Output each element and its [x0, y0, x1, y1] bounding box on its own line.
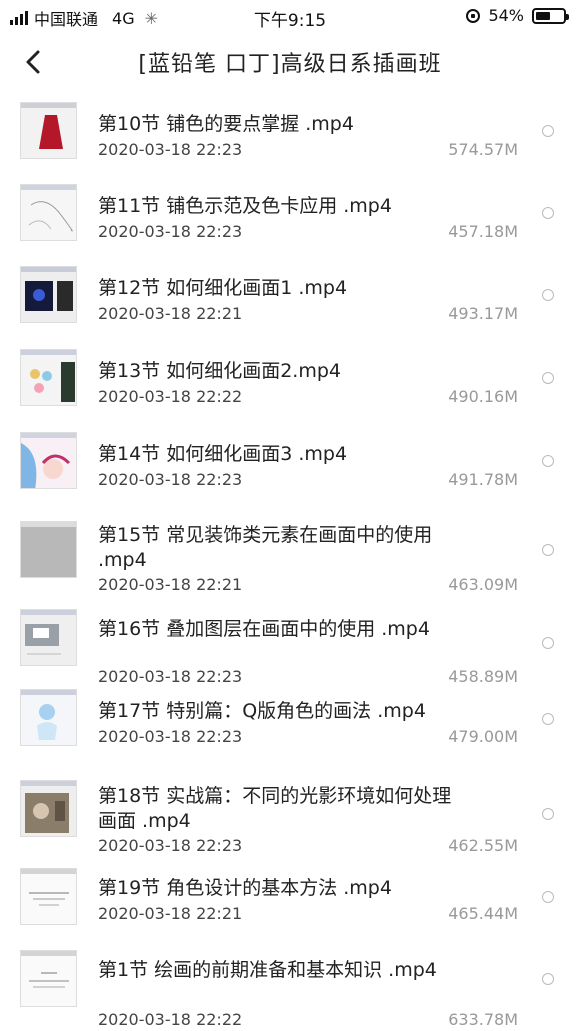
- video-thumbnail: [20, 609, 77, 666]
- file-row[interactable]: 第16节 叠加图层在画面中的使用 .mp4 2020-03-18 22:23 4…: [0, 597, 580, 687]
- select-radio[interactable]: [542, 455, 554, 467]
- file-row[interactable]: 第17节 特别篇：Q版角色的画法 .mp4 2020-03-18 22:23 4…: [0, 689, 580, 769]
- nav-bar: [蓝铅笔 口丁]高级日系插画班: [0, 34, 580, 88]
- file-date: 2020-03-18 22:23: [98, 667, 243, 686]
- file-date: 2020-03-18 22:22: [98, 1010, 243, 1029]
- select-radio[interactable]: [542, 289, 554, 301]
- select-radio[interactable]: [542, 891, 554, 903]
- file-size: 465.44M: [448, 904, 518, 923]
- file-date: 2020-03-18 22:23: [98, 222, 243, 241]
- file-row[interactable]: 第18节 实战篇：不同的光影环境如何处理画面 .mp4 2020-03-18 2…: [0, 774, 580, 866]
- status-bar: 中国联通 4G ✳ 下午9:15 54%: [0, 0, 580, 34]
- video-thumbnail: [20, 868, 77, 925]
- file-date: 2020-03-18 22:23: [98, 140, 243, 159]
- file-name: 第10节 铺色的要点掌握 .mp4: [98, 113, 354, 135]
- select-radio[interactable]: [542, 713, 554, 725]
- rotation-lock-icon: [466, 8, 481, 23]
- file-date: 2020-03-18 22:21: [98, 304, 243, 323]
- video-thumbnail: [20, 266, 77, 323]
- video-thumbnail: [20, 950, 77, 1007]
- select-radio[interactable]: [542, 544, 554, 556]
- battery-fill: [536, 11, 550, 20]
- file-name: 第12节 如何细化画面1 .mp4: [98, 277, 348, 299]
- file-size: 491.78M: [448, 470, 518, 489]
- file-size: 462.55M: [448, 836, 518, 855]
- battery-percent: 54%: [488, 6, 524, 25]
- file-name: 第11节 铺色示范及色卡应用 .mp4: [98, 195, 392, 217]
- file-name: 第14节 如何细化画面3 .mp4: [98, 443, 348, 465]
- file-name: 第18节 实战篇：不同的光影环境如何处理画面 .mp4: [98, 785, 452, 832]
- file-date: 2020-03-18 22:23: [98, 470, 243, 489]
- file-row[interactable]: 第14节 如何细化画面3 .mp4 2020-03-18 22:23 491.7…: [0, 420, 580, 500]
- select-radio[interactable]: [542, 372, 554, 384]
- file-row[interactable]: 第12节 如何细化画面1 .mp4 2020-03-18 22:21 493.1…: [0, 254, 580, 334]
- file-date: 2020-03-18 22:22: [98, 387, 243, 406]
- file-row[interactable]: 第11节 铺色示范及色卡应用 .mp4 2020-03-18 22:23 457…: [0, 172, 580, 252]
- file-size: 458.89M: [448, 667, 518, 686]
- video-thumbnail: [20, 102, 77, 159]
- file-size: 479.00M: [448, 727, 518, 746]
- file-size: 493.17M: [448, 304, 518, 323]
- file-row[interactable]: 第13节 如何细化画面2.mp4 2020-03-18 22:22 490.16…: [0, 337, 580, 417]
- file-date: 2020-03-18 22:21: [98, 575, 243, 594]
- select-radio[interactable]: [542, 808, 554, 820]
- video-thumbnail: [20, 521, 77, 578]
- file-name: 第19节 角色设计的基本方法 .mp4: [98, 877, 392, 899]
- file-size: 574.57M: [448, 140, 518, 159]
- page-title: [蓝铅笔 口丁]高级日系插画班: [138, 52, 442, 77]
- file-name: 第1节 绘画的前期准备和基本知识 .mp4: [98, 959, 437, 981]
- file-size: 490.16M: [448, 387, 518, 406]
- file-size: 457.18M: [448, 222, 518, 241]
- video-thumbnail: [20, 432, 77, 489]
- file-row[interactable]: 第15节 常见装饰类元素在画面中的使用 .mp4 2020-03-18 22:2…: [0, 503, 580, 595]
- file-size: 633.78M: [448, 1010, 518, 1029]
- file-name: 第13节 如何细化画面2.mp4: [98, 360, 342, 382]
- file-row[interactable]: 第10节 铺色的要点掌握 .mp4 2020-03-18 22:23 574.5…: [0, 90, 580, 170]
- file-row[interactable]: 第19节 角色设计的基本方法 .mp4 2020-03-18 22:21 465…: [0, 868, 580, 948]
- file-date: 2020-03-18 22:23: [98, 836, 243, 855]
- select-radio[interactable]: [542, 973, 554, 985]
- video-thumbnail: [20, 689, 77, 746]
- file-name: 第15节 常见装饰类元素在画面中的使用 .mp4: [98, 524, 433, 571]
- file-date: 2020-03-18 22:23: [98, 727, 243, 746]
- video-thumbnail: [20, 184, 77, 241]
- battery-icon: [532, 7, 569, 24]
- select-radio[interactable]: [542, 125, 554, 137]
- file-row[interactable]: 第1节 绘画的前期准备和基本知识 .mp4 2020-03-18 22:22 6…: [0, 950, 580, 1030]
- file-date: 2020-03-18 22:21: [98, 904, 243, 923]
- file-size: 463.09M: [448, 575, 518, 594]
- video-thumbnail: [20, 349, 77, 406]
- select-radio[interactable]: [542, 207, 554, 219]
- file-name: 第16节 叠加图层在画面中的使用 .mp4: [98, 618, 430, 640]
- file-name: 第17节 特别篇：Q版角色的画法 .mp4: [98, 700, 426, 722]
- video-thumbnail: [20, 780, 77, 837]
- status-right: 54%: [466, 6, 569, 25]
- select-radio[interactable]: [542, 637, 554, 649]
